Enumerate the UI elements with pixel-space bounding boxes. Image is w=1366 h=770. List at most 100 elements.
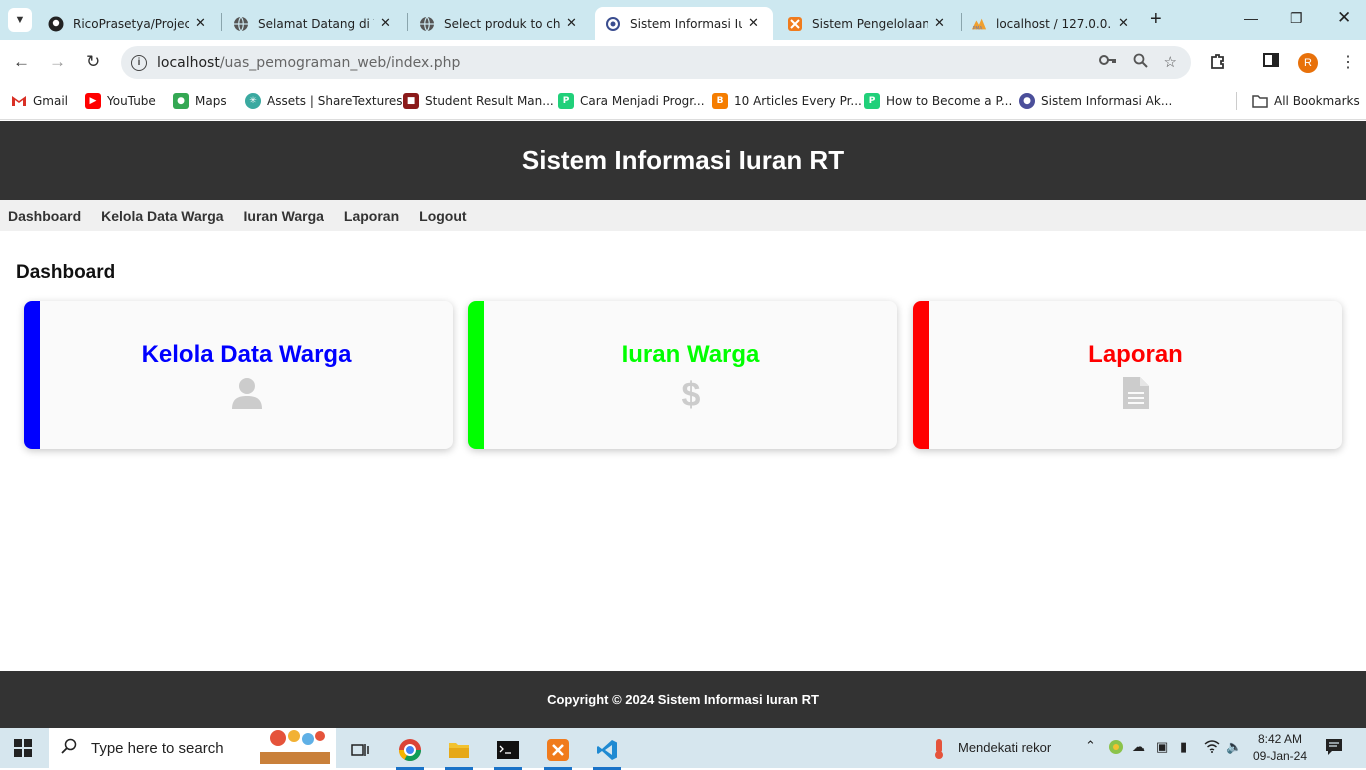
xampp-taskbar-icon[interactable] (538, 734, 578, 770)
site-title: Sistem Informasi Iuran RT (521, 145, 845, 175)
close-icon[interactable]: ✕ (748, 16, 759, 31)
side-panel-icon[interactable] (1263, 52, 1279, 73)
bookmarks-bar: Gmail ▶ YouTube ● Maps ✳ Assets | ShareT… (0, 86, 1366, 120)
taskbar: Type here to search Mendekati rekor ⌃ ☁ … (0, 728, 1366, 770)
phpmyadmin-icon: PMA (971, 16, 987, 32)
blogger-icon: B (712, 93, 728, 109)
address-bar[interactable]: i localhost/uas_pemograman_web/index.php… (121, 46, 1191, 79)
nav-logout[interactable]: Logout (419, 208, 466, 224)
cloud-icon[interactable]: ☁ (1132, 739, 1145, 755)
youtube-icon: ▶ (85, 93, 101, 109)
bookmark-cara-menjadi[interactable]: P Cara Menjadi Progr... (558, 93, 705, 109)
restore-button[interactable]: ❐ (1290, 10, 1303, 27)
bookmark-student-result[interactable]: ■ Student Result Man... (403, 93, 554, 109)
file-explorer-icon[interactable] (439, 734, 479, 770)
star-icon[interactable]: ☆ (1164, 53, 1177, 72)
copyright-text: Copyright © 2024 Sistem Informasi Iuran … (547, 692, 819, 707)
nav-iuran-warga[interactable]: Iuran Warga (244, 208, 324, 224)
tab-select-produk[interactable]: Select produk to char ✕ (409, 7, 587, 40)
balloons-icon (260, 728, 330, 769)
display-icon[interactable]: ▣ (1156, 739, 1168, 755)
task-view-icon[interactable] (340, 734, 380, 766)
tab-sistem-informasi-iuran[interactable]: Sistem Informasi Iura ✕ (595, 7, 773, 40)
tab-phpmyadmin[interactable]: PMA localhost / 127.0.0.1 / ✕ (961, 7, 1139, 40)
close-window-button[interactable]: ✕ (1337, 8, 1351, 28)
tab-search-button[interactable]: ▼ (8, 8, 32, 32)
folder-icon (1252, 93, 1268, 109)
card-accent-bar (24, 301, 40, 449)
nav-kelola-data-warga[interactable]: Kelola Data Warga (101, 208, 223, 224)
page-title: Dashboard (16, 262, 116, 283)
site-info-icon[interactable]: i (131, 54, 147, 71)
nav-dashboard[interactable]: Dashboard (8, 208, 81, 224)
bookmark-youtube[interactable]: ▶ YouTube (85, 93, 156, 109)
tab-selamat-datang[interactable]: Selamat Datang di To ✕ (223, 7, 401, 40)
card-kelola-data-warga[interactable]: Kelola Data Warga (24, 301, 453, 449)
extensions-icon[interactable] (1209, 52, 1227, 75)
bookmark-10-articles[interactable]: B 10 Articles Every Pr... (712, 93, 862, 109)
all-bookmarks[interactable]: All Bookmarks (1252, 93, 1360, 109)
bookmark-sistem-informasi[interactable]: ● Sistem Informasi Ak... (1019, 93, 1172, 109)
site-footer: Copyright © 2024 Sistem Informasi Iuran … (0, 671, 1366, 728)
close-icon[interactable]: ✕ (195, 16, 206, 31)
volume-icon[interactable]: 🔈 (1226, 739, 1242, 755)
zoom-icon[interactable] (1133, 53, 1148, 72)
menu-icon[interactable]: ⋮ (1340, 52, 1356, 72)
tab-title: Selamat Datang di To (258, 16, 374, 31)
battery-icon[interactable]: ▮ (1180, 739, 1187, 755)
profile-avatar[interactable]: R (1298, 53, 1318, 73)
close-icon[interactable]: ✕ (934, 16, 945, 31)
card-laporan[interactable]: Laporan (913, 301, 1342, 449)
dollar-icon: $ (484, 377, 897, 411)
globe-icon (419, 16, 435, 32)
close-icon[interactable]: ✕ (566, 16, 577, 31)
close-icon[interactable]: ✕ (380, 16, 391, 31)
card-title: Kelola Data Warga (141, 341, 352, 368)
svg-text:$: $ (681, 377, 700, 411)
globe-icon (233, 16, 249, 32)
bookmark-maps[interactable]: ● Maps (173, 93, 227, 109)
bookmark-sharetextures[interactable]: ✳ Assets | ShareTextures (245, 93, 403, 109)
tab-title: Select produk to char (444, 16, 560, 31)
minimize-button[interactable]: — (1244, 10, 1258, 26)
tab-github[interactable]: RicoPrasetya/Project_ ✕ (38, 7, 216, 40)
student-result-icon: ■ (403, 93, 419, 109)
chevron-down-icon: ▼ (14, 14, 26, 26)
close-icon[interactable]: ✕ (1118, 16, 1129, 31)
key-icon[interactable] (1098, 53, 1117, 72)
browser-tab-strip: ▼ RicoPrasetya/Project_ ✕ Selamat Datang… (0, 0, 1366, 40)
search-icon (61, 738, 77, 759)
taskbar-search[interactable]: Type here to search (49, 728, 336, 768)
tray-app-icon[interactable] (1108, 739, 1124, 758)
pycharm-icon: P (864, 93, 880, 109)
reload-button[interactable]: ↻ (86, 52, 100, 72)
bookmark-how-to-become[interactable]: P How to Become a P... (864, 93, 1012, 109)
nav-laporan[interactable]: Laporan (344, 208, 399, 224)
bookmark-gmail[interactable]: Gmail (11, 93, 68, 109)
card-iuran-warga[interactable]: Iuran Warga $ (468, 301, 897, 449)
gmail-icon (11, 93, 27, 109)
vscode-icon[interactable] (587, 734, 627, 770)
maps-icon: ● (173, 93, 189, 109)
weather-icon[interactable] (930, 738, 948, 763)
terminal-icon[interactable] (488, 734, 528, 770)
user-icon (40, 377, 453, 409)
back-button[interactable]: ← (13, 52, 30, 72)
url-text[interactable]: localhost/uas_pemograman_web/index.php (157, 55, 460, 71)
forward-button[interactable]: → (49, 52, 66, 72)
tab-sistem-pengelolaan[interactable]: Sistem Pengelolaan K ✕ (777, 7, 955, 40)
tab-title: RicoPrasetya/Project_ (73, 16, 189, 31)
chevron-up-icon[interactable]: ⌃ (1085, 738, 1096, 754)
windows-start-icon[interactable] (14, 739, 32, 757)
weather-text[interactable]: Mendekati rekor (958, 740, 1051, 755)
tab-title: localhost / 127.0.0.1 / (996, 16, 1112, 31)
wifi-icon[interactable] (1204, 739, 1220, 756)
card-accent-bar (913, 301, 929, 449)
xampp-icon (787, 16, 803, 32)
pycharm-icon: P (558, 93, 574, 109)
chrome-taskbar-icon[interactable] (390, 734, 430, 770)
browser-toolbar: ← → ↻ i localhost/uas_pemograman_web/ind… (0, 40, 1366, 86)
new-tab-button[interactable]: + (1150, 8, 1162, 31)
notification-icon[interactable] (1325, 738, 1343, 759)
taskbar-clock[interactable]: 8:42 AM 09-Jan-24 (1250, 731, 1310, 765)
